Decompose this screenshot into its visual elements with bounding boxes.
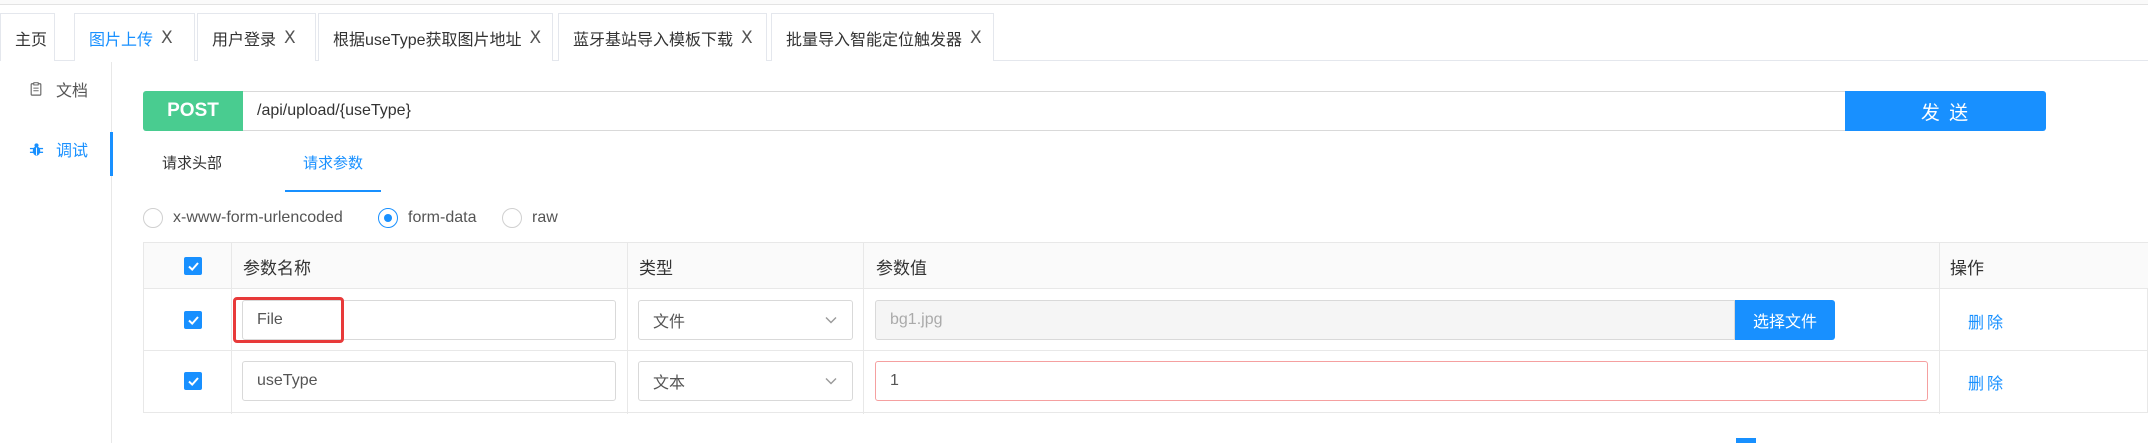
tab-label: 主页 <box>15 31 48 49</box>
check-icon <box>187 315 199 325</box>
document-icon <box>28 81 44 97</box>
close-icon[interactable]: X <box>741 28 753 48</box>
send-button[interactable]: 发 送 <box>1845 91 2046 131</box>
chevron-down-icon <box>825 378 837 385</box>
param-name-input[interactable]: useType <box>242 361 616 401</box>
chevron-down-icon <box>825 317 837 324</box>
tab-get-image-by-usetype[interactable]: 根据useType获取图片地址 X <box>318 13 553 61</box>
tab-request-params[interactable]: 请求参数 <box>284 152 382 192</box>
param-value-input[interactable]: 1 <box>875 361 1928 401</box>
sidebar-item-debug[interactable]: 调试 <box>0 132 113 176</box>
close-icon[interactable]: X <box>970 28 982 48</box>
header-param-type: 类型 <box>639 258 673 278</box>
tab-label: 图片上传 <box>89 31 154 49</box>
sidebar-item-docs[interactable]: 文档 <box>0 72 112 106</box>
tab-label: 用户登录 <box>212 31 277 49</box>
close-icon[interactable]: X <box>284 28 296 48</box>
sidebar-item-label: 调试 <box>56 143 89 160</box>
table-row: File 文件 bg1.jpg 选择文件 删除 <box>144 290 2148 351</box>
tab-label: 蓝牙基站导入模板下载 <box>573 31 734 49</box>
partial-checkbox <box>1736 438 1756 443</box>
select-value: 文件 <box>653 314 686 331</box>
tab-bar: 主页 图片上传 X 用户登录 X 根据useType获取图片地址 X 蓝牙基站导… <box>0 13 2148 61</box>
header-param-value: 参数值 <box>876 258 927 278</box>
row-checkbox[interactable] <box>184 372 202 390</box>
header-action: 操作 <box>1950 258 1984 278</box>
tab-request-headers[interactable]: 请求头部 <box>162 152 222 192</box>
highlight-box <box>233 297 344 343</box>
radio-x-www-form-urlencoded[interactable]: x-www-form-urlencoded <box>143 207 343 229</box>
params-table: 参数名称 类型 参数值 操作 File 文件 bg1.jpg 选择文件 删除 u… <box>143 242 2148 414</box>
param-type-select[interactable]: 文件 <box>638 300 853 340</box>
row-checkbox[interactable] <box>184 311 202 329</box>
param-file-value: bg1.jpg <box>875 300 1735 340</box>
radio-label: raw <box>532 209 558 226</box>
check-icon <box>187 376 199 386</box>
close-icon[interactable]: X <box>530 28 542 48</box>
tab-image-upload[interactable]: 图片上传 X <box>74 13 195 61</box>
radio-label: x-www-form-urlencoded <box>173 209 343 226</box>
tab-bluetooth-template[interactable]: 蓝牙基站导入模板下载 X <box>558 13 767 61</box>
tab-home[interactable]: 主页 <box>0 13 55 61</box>
radio-circle[interactable] <box>143 208 163 228</box>
select-all-checkbox[interactable] <box>184 257 202 275</box>
tab-user-login[interactable]: 用户登录 X <box>197 13 316 61</box>
tab-batch-import-trigger[interactable]: 批量导入智能定位触发器 X <box>771 13 994 61</box>
table-header-row: 参数名称 类型 参数值 操作 <box>144 243 2148 289</box>
method-badge[interactable]: POST <box>143 91 243 131</box>
select-value: 文本 <box>653 375 686 392</box>
radio-circle[interactable] <box>502 208 522 228</box>
header-param-name: 参数名称 <box>243 258 311 278</box>
bug-icon <box>28 141 44 157</box>
radio-circle[interactable] <box>378 208 398 228</box>
choose-file-button[interactable]: 选择文件 <box>1735 300 1835 340</box>
param-type-select[interactable]: 文本 <box>638 361 853 401</box>
radio-raw[interactable]: raw <box>502 207 558 229</box>
sidebar-item-label: 文档 <box>56 83 89 100</box>
radio-form-data[interactable]: form-data <box>378 207 476 229</box>
radio-label: form-data <box>408 209 477 226</box>
url-input[interactable]: /api/upload/{useType} <box>243 91 1846 131</box>
sidebar: 文档 调试 <box>0 62 113 443</box>
close-icon[interactable]: X <box>161 28 173 48</box>
delete-link[interactable]: 删除 <box>1968 370 2006 394</box>
tab-label: 根据useType获取图片地址 <box>333 31 522 49</box>
table-row: useType 文本 1 删除 <box>144 351 2148 412</box>
tab-label: 批量导入智能定位触发器 <box>786 31 963 49</box>
delete-link[interactable]: 删除 <box>1968 309 2006 333</box>
top-strip <box>0 0 2148 5</box>
check-icon <box>187 261 199 271</box>
